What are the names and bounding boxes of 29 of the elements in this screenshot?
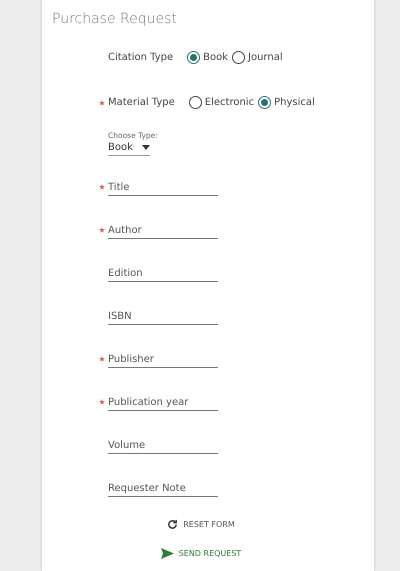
radio-option[interactable]: Journal [232,51,283,64]
text-field[interactable]: Edition [108,268,218,282]
radio-icon[interactable] [258,96,272,109]
reset-button[interactable]: RESET FORM [163,517,239,532]
radio-option[interactable]: Physical [258,96,315,109]
send-button[interactable]: SEND REQUEST [156,546,246,561]
text-field[interactable]: Publisher [108,354,218,368]
text-field[interactable]: Title [108,182,218,196]
radio-icon[interactable] [188,96,202,109]
radio-label: Electronic [204,97,254,108]
text-field[interactable]: Requester Note [108,483,218,497]
text-field[interactable]: Author [108,225,218,239]
send-icon [160,548,174,559]
radio-option[interactable]: Book [187,51,228,64]
text-field[interactable]: Volume [108,440,218,454]
radio-label: Book [203,52,228,63]
radio-option[interactable]: Electronic [188,96,254,109]
field-label: Material Type [108,97,175,108]
radio-icon[interactable] [187,51,200,64]
page-title: Purchase Request [52,11,178,27]
refresh-icon [167,519,178,530]
radio-icon[interactable] [232,51,246,64]
radio-label: Physical [274,97,315,108]
field-label: Citation Type [108,52,174,63]
text-field[interactable]: Publication year [108,397,218,411]
text-field[interactable]: ISBN [108,311,218,325]
dropdown-caret-icon [142,145,150,150]
type-select[interactable]: Book [108,142,150,156]
radio-label: Journal [248,52,283,63]
